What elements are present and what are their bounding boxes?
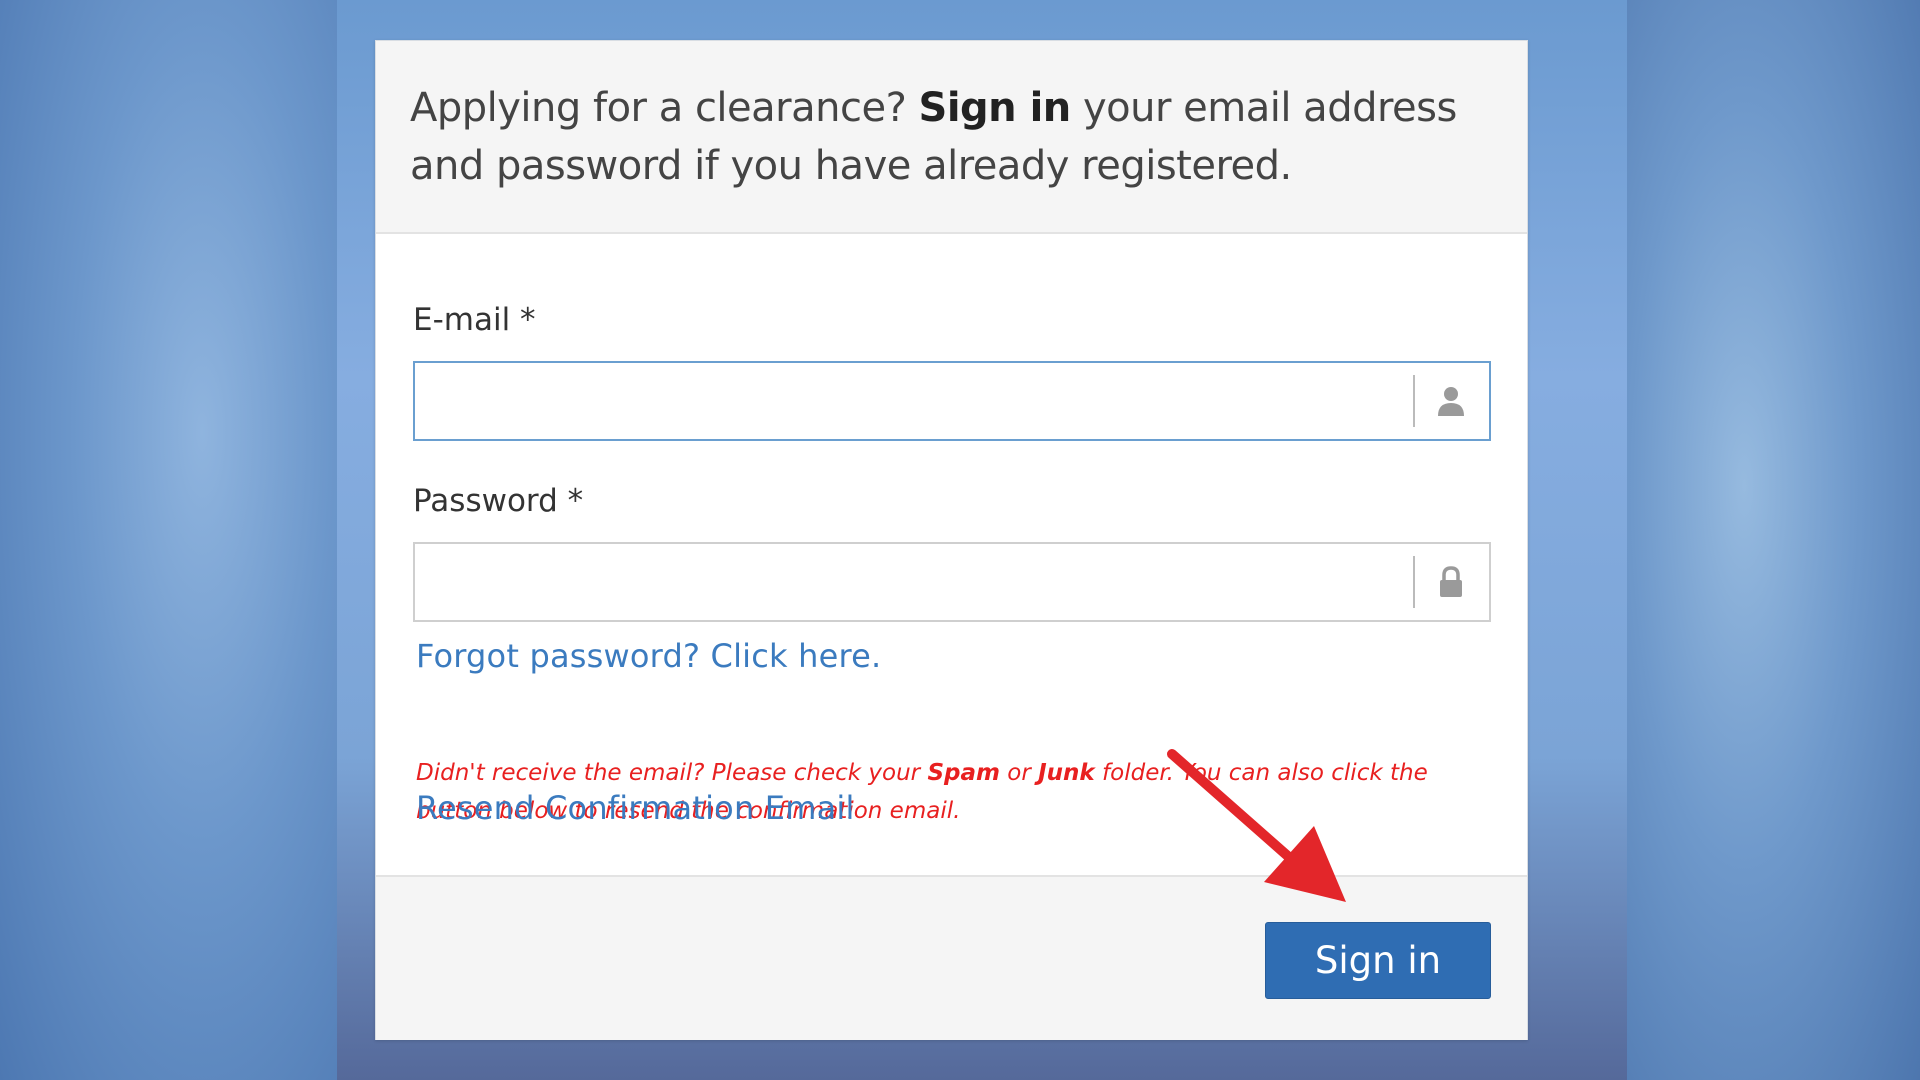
notice-junk: Junk (1038, 760, 1095, 786)
resend-confirmation-link[interactable]: Resend Confirmation Email (416, 789, 855, 827)
email-label: E-mail * (413, 302, 536, 338)
lock-icon (1440, 566, 1462, 597)
panel-header: Applying for a clearance? Sign in your e… (376, 41, 1527, 234)
password-label: Password * (413, 483, 584, 519)
addon-separator (1413, 556, 1415, 608)
background-right (1627, 0, 1920, 1080)
email-addon (1413, 363, 1489, 439)
background-left (0, 0, 337, 1080)
signin-button[interactable]: Sign in (1265, 922, 1491, 999)
red-arrow-annotation (1167, 749, 1346, 902)
email-field[interactable] (413, 361, 1491, 441)
addon-separator (1413, 375, 1415, 427)
password-field[interactable] (413, 542, 1491, 622)
notice-or: or (1007, 760, 1031, 786)
forgot-password-link[interactable]: Forgot password? Click here. (416, 637, 881, 675)
user-icon (1438, 387, 1464, 416)
password-addon (1413, 544, 1489, 620)
notice-part1: Didn't receive the email? Please check y… (416, 760, 921, 786)
header-prefix: Applying for a clearance? (410, 85, 907, 131)
password-input[interactable] (415, 544, 1411, 620)
notice-spam: Spam (927, 760, 1000, 786)
header-bold: Sign in (918, 85, 1072, 131)
email-input[interactable] (415, 363, 1411, 439)
